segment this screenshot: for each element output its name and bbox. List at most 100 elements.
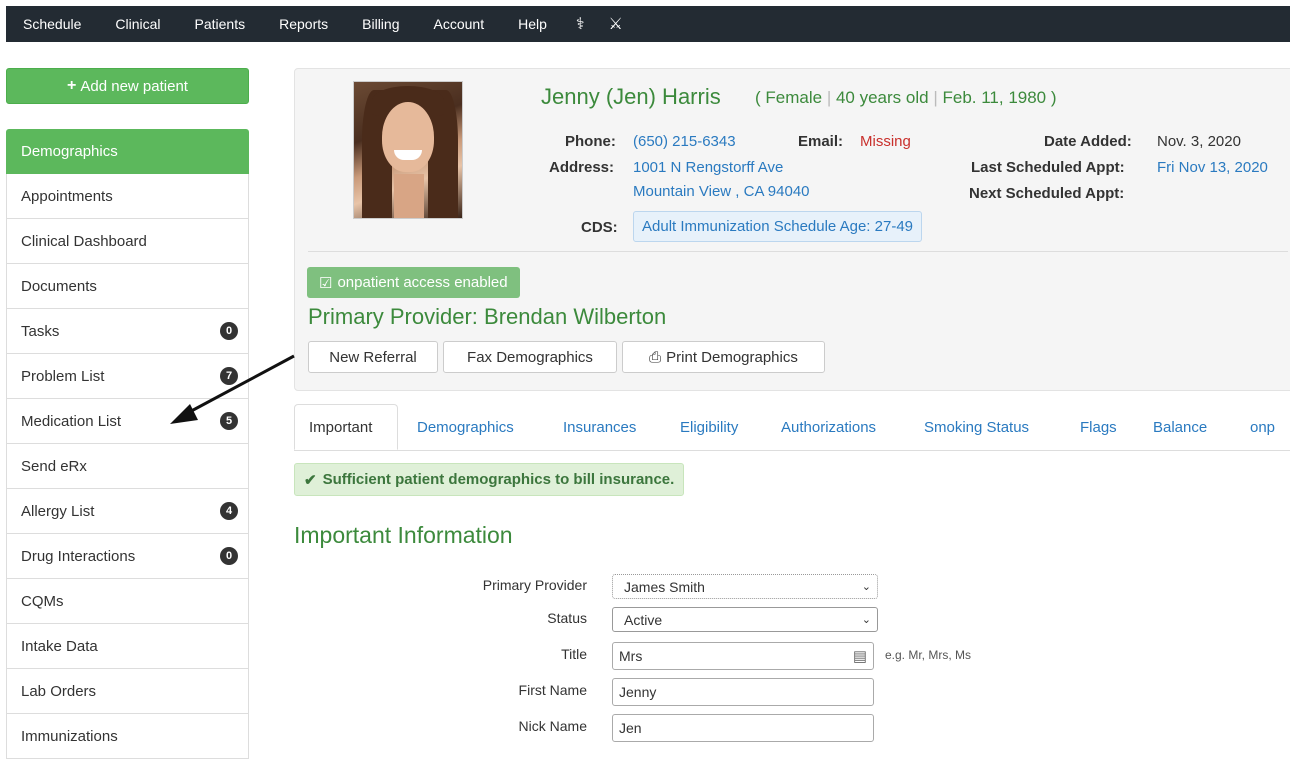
sidebar-item-label: Send eRx [21, 457, 87, 475]
sidebar-item-lab-orders[interactable]: Lab Orders [6, 669, 249, 714]
input-value: Mrs [619, 648, 643, 664]
sidebar-item-cqms[interactable]: CQMs [6, 579, 249, 624]
primary-provider-select[interactable]: James Smith ⌄ [612, 574, 878, 599]
tab-important[interactable]: Important [294, 404, 398, 450]
sidebar-item-label: Immunizations [21, 727, 118, 745]
sidebar-item-label: Medication List [21, 412, 122, 430]
sidebar-item-label: Appointments [21, 187, 113, 205]
nav-account[interactable]: Account [417, 16, 502, 32]
chevron-down-icon: ⌄ [861, 614, 871, 626]
top-navbar: Schedule Clinical Patients Reports Billi… [6, 6, 1290, 42]
nick-name-field[interactable]: Jen [612, 714, 874, 742]
patient-name: Jenny (Jen) Harris [541, 84, 721, 109]
count-badge: 0 [220, 547, 238, 565]
tab-smoking-status[interactable]: Smoking Status [924, 404, 1029, 450]
billing-status-alert: ✔ Sufficient patient demographics to bil… [294, 463, 685, 496]
last-appt-label: Last Scheduled Appt: [971, 159, 1125, 176]
primary-provider-label: Primary Provider [482, 577, 587, 593]
title-hint: e.g. Mr, Mrs, Ms [885, 648, 972, 662]
plus-icon: + [67, 77, 77, 94]
panel-divider [308, 251, 1288, 252]
checkmark-icon: ✔ [304, 471, 317, 489]
status-select[interactable]: Active ⌄ [612, 607, 878, 632]
print-label: Print Demographics [666, 348, 798, 366]
sidebar-item-drug-interactions[interactable]: Drug Interactions 0 [6, 534, 249, 579]
add-new-patient-label: Add new patient [80, 77, 188, 95]
nav-patients[interactable]: Patients [178, 16, 263, 32]
patient-age: 40 years old [835, 88, 929, 107]
select-value: Active [624, 611, 663, 628]
sidebar-item-allergy-list[interactable]: Allergy List 4 [6, 489, 249, 534]
sidebar-item-documents[interactable]: Documents [6, 264, 249, 309]
sidebar-item-label: Problem List [21, 367, 105, 385]
sidebar-item-label: Documents [21, 277, 97, 295]
sidebar-item-immunizations[interactable]: Immunizations [6, 714, 249, 759]
chevron-down-icon: ⌄ [861, 581, 871, 593]
tab-demographics[interactable]: Demographics [417, 404, 514, 450]
email-value: Missing [860, 133, 911, 150]
address-line1[interactable]: 1001 N Rengstorff Ave [633, 159, 783, 176]
count-badge: 0 [220, 322, 238, 340]
sidebar-item-label: Drug Interactions [21, 547, 136, 565]
contact-card-icon: ▤ [852, 648, 867, 665]
next-appt-label: Next Scheduled Appt: [969, 185, 1125, 202]
tab-flags[interactable]: Flags [1080, 404, 1117, 450]
access-label: onpatient access enabled [337, 274, 508, 291]
sidebar-item-label: CQMs [21, 592, 64, 610]
patient-dob: Feb. 11, 1980 [942, 88, 1047, 107]
date-added-value: Nov. 3, 2020 [1157, 133, 1241, 150]
sidebar-item-intake-data[interactable]: Intake Data [6, 624, 249, 669]
nick-name-label: Nick Name [518, 718, 587, 734]
phone-link[interactable]: (650) 215-6343 [633, 133, 736, 150]
primary-provider-title: Primary Provider: Brendan Wilberton [308, 304, 667, 329]
add-new-patient-button[interactable]: + Add new patient [6, 68, 249, 104]
new-referral-button[interactable]: New Referral [308, 341, 438, 373]
tab-balance[interactable]: Balance [1153, 404, 1207, 450]
nav-schedule[interactable]: Schedule [6, 16, 98, 32]
section-title: Important Information [294, 522, 513, 548]
sidebar-item-label: Lab Orders [21, 682, 97, 700]
caduceus-icon[interactable]: ⚕ [564, 14, 597, 34]
sidebar-item-send-erx[interactable]: Send eRx [6, 444, 249, 489]
email-label: Email: [798, 133, 844, 150]
sidebar-item-tasks[interactable]: Tasks 0 [6, 309, 249, 354]
first-name-field[interactable]: Jenny [612, 678, 874, 706]
patient-meta: ( Female | 40 years old | Feb. 11, 1980 … [755, 88, 1057, 107]
sidebar-item-clinical-dashboard[interactable]: Clinical Dashboard [6, 219, 249, 264]
onpatient-access-badge: ☑ onpatient access enabled [307, 267, 520, 298]
date-added-label: Date Added: [1044, 133, 1132, 150]
sidebar-item-appointments[interactable]: Appointments [6, 174, 249, 219]
tab-authorizations[interactable]: Authorizations [781, 404, 876, 450]
sidebar-item-label: Demographics [21, 143, 118, 160]
last-appt-link[interactable]: Fri Nov 13, 2020 [1157, 159, 1279, 176]
sidebar-item-label: Tasks [21, 322, 60, 340]
tab-eligibility[interactable]: Eligibility [680, 404, 738, 450]
alert-text: Sufficient patient demographics to bill … [322, 471, 675, 488]
address-line2[interactable]: Mountain View , CA 94040 [633, 183, 810, 200]
crossed-tools-icon[interactable]: ⚔ [597, 14, 635, 34]
patient-gender: Female [765, 88, 823, 107]
fax-demographics-button[interactable]: Fax Demographics [443, 341, 617, 373]
printer-icon: ⎙ [649, 348, 662, 366]
checkbox-icon: ☑ [319, 274, 333, 292]
print-demographics-button[interactable]: ⎙ Print Demographics [622, 341, 825, 373]
nav-clinical[interactable]: Clinical [98, 16, 177, 32]
tab-onpatient[interactable]: onp [1250, 404, 1275, 450]
count-badge: 4 [220, 502, 238, 520]
cds-badge[interactable]: Adult Immunization Schedule Age: 27-49 [633, 211, 923, 242]
title-field[interactable]: Mrs ▤ [612, 642, 874, 670]
nav-billing[interactable]: Billing [345, 16, 416, 32]
first-name-label: First Name [518, 682, 587, 698]
input-value: Jenny [619, 684, 657, 700]
title-label: Title [561, 646, 587, 662]
input-value: Jen [619, 720, 642, 736]
annotation-arrow-icon [170, 354, 295, 424]
nav-reports[interactable]: Reports [262, 16, 345, 32]
address-label: Address: [549, 159, 615, 176]
tab-insurances[interactable]: Insurances [563, 404, 636, 450]
select-value: James Smith [624, 578, 705, 595]
sidebar-item-demographics[interactable]: Demographics [6, 129, 249, 174]
patient-photo [353, 81, 463, 219]
sidebar-item-label: Clinical Dashboard [21, 232, 147, 250]
nav-help[interactable]: Help [501, 16, 564, 32]
